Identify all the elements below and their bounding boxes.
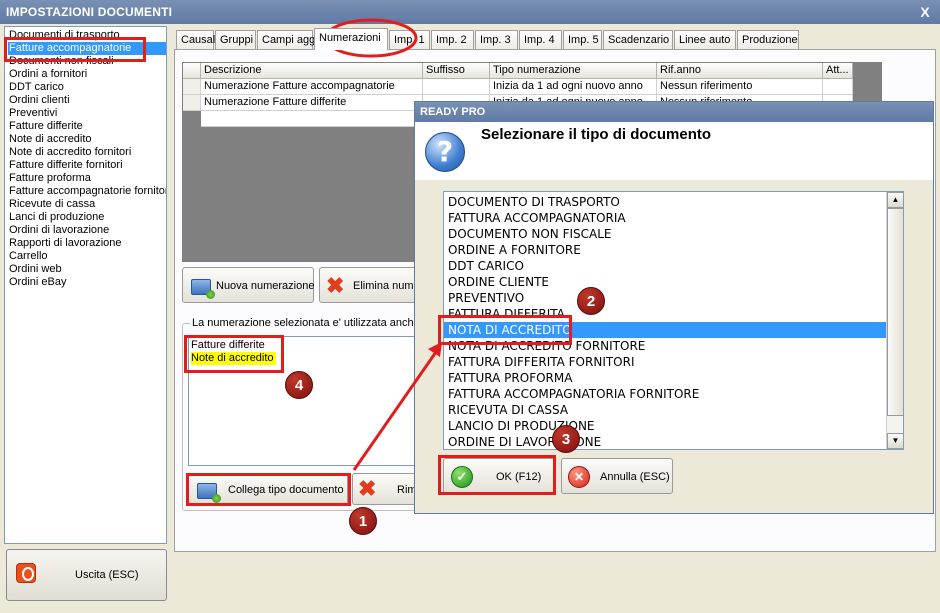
step-marker-2: 2: [577, 287, 605, 315]
step-marker-4: 4: [285, 371, 313, 399]
tab-numerazioni[interactable]: Numerazioni: [314, 28, 388, 50]
step-marker-3: 3: [552, 425, 580, 453]
annotation-overlay: [324, 18, 442, 471]
step-marker-1: 1: [349, 507, 377, 535]
selected-item-highlight-box: [4, 37, 146, 62]
annotation-arrow-line: [352, 351, 438, 471]
link-button-highlight-box: [186, 473, 351, 506]
ok-button-highlight-box: [438, 455, 556, 495]
dialog-selection-highlight-box: [438, 315, 572, 345]
linked-items-highlight-box: [184, 335, 284, 373]
